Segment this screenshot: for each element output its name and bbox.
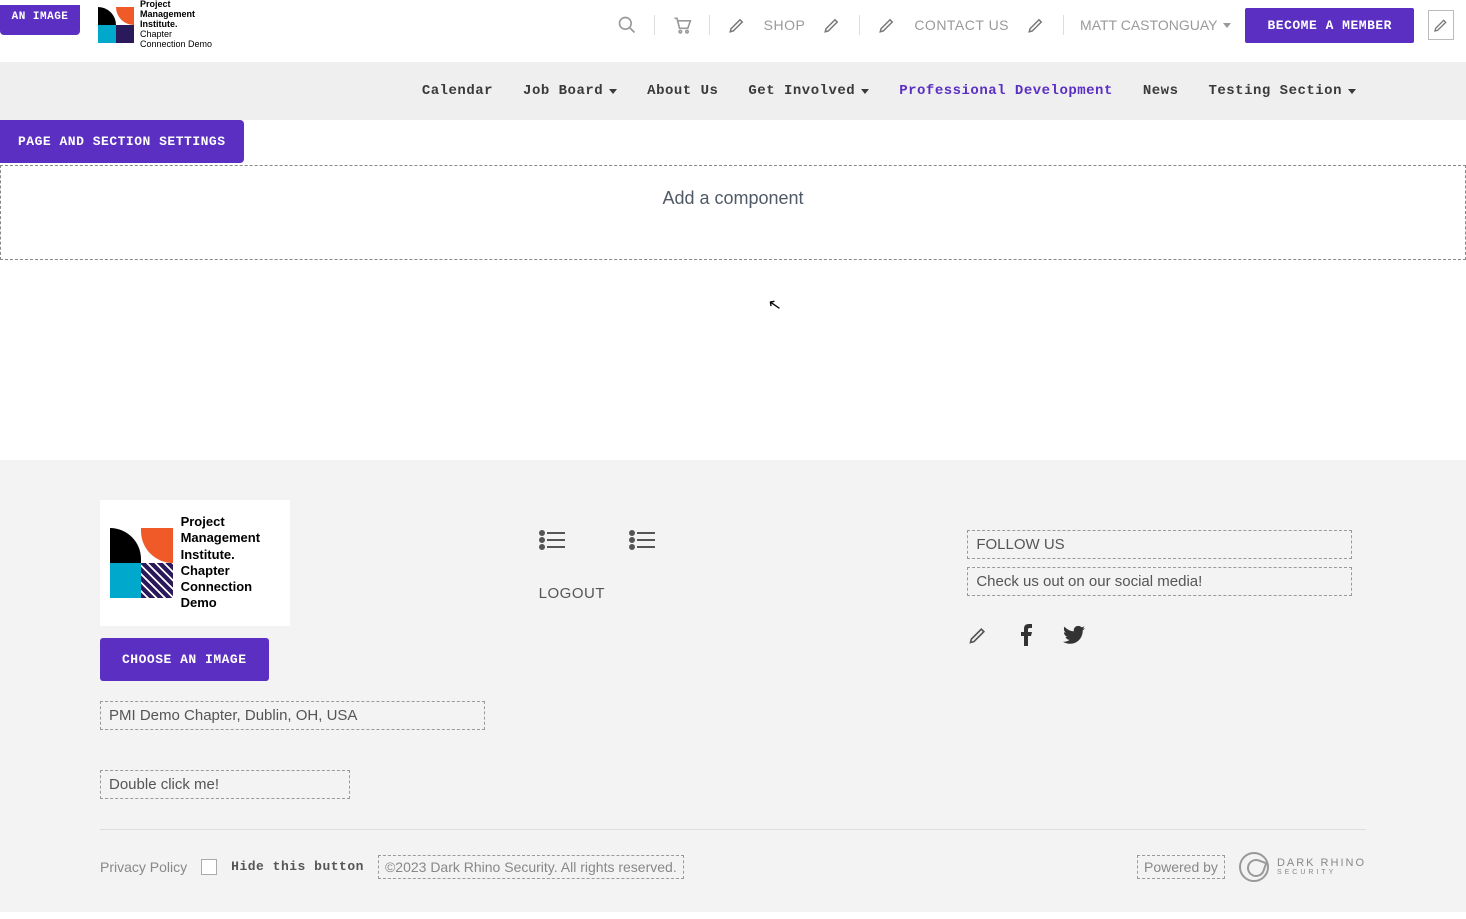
page-section-settings-button[interactable]: PAGE AND SECTION SETTINGS [0, 120, 244, 163]
follow-us-heading[interactable]: FOLLOW US [967, 530, 1352, 559]
dark-rhino-icon [1239, 852, 1269, 882]
footer-logo-text: Project Management Institute. Chapter Co… [181, 514, 280, 612]
contact-link[interactable]: CONTACT US [914, 17, 1009, 33]
hide-button-checkbox[interactable] [201, 859, 217, 875]
chevron-down-icon [609, 89, 617, 94]
pencil-icon[interactable] [1025, 14, 1047, 36]
choose-image-footer-button[interactable]: CHOOSE AN IMAGE [100, 638, 269, 681]
list-icon[interactable] [539, 530, 565, 550]
logout-link[interactable]: LOGOUT [539, 585, 928, 602]
nav-professional-development[interactable]: Professional Development [899, 83, 1113, 99]
list-icon[interactable] [629, 530, 655, 550]
search-icon[interactable] [616, 14, 638, 36]
nav-news[interactable]: News [1143, 83, 1179, 99]
hide-button-label: Hide this button [231, 859, 364, 874]
pencil-icon[interactable] [726, 14, 748, 36]
footer: Project Management Institute. Chapter Co… [0, 460, 1466, 912]
shop-link[interactable]: SHOP [764, 17, 806, 33]
become-member-button[interactable]: BECOME A MEMBER [1245, 8, 1414, 43]
nav-calendar[interactable]: Calendar [422, 83, 493, 99]
pmi-logo-icon [110, 528, 173, 598]
header-logo[interactable]: Project Management Institute. Chapter Co… [98, 0, 212, 49]
chevron-down-icon [861, 89, 869, 94]
main-nav: Calendar Job Board About Us Get Involved… [0, 62, 1466, 120]
pencil-icon[interactable] [876, 14, 898, 36]
pencil-icon[interactable] [967, 624, 989, 646]
nav-testing-section[interactable]: Testing Section [1208, 83, 1356, 99]
topbar: AN IMAGE Project Management Institute. C… [0, 0, 1466, 50]
user-name-label: MATT CASTONGUAY [1080, 17, 1217, 33]
choose-image-top-button[interactable]: AN IMAGE [0, 5, 80, 34]
pencil-icon[interactable] [821, 14, 843, 36]
chevron-down-icon [1223, 23, 1231, 28]
add-component-area[interactable]: Add a component [0, 165, 1466, 260]
add-component-label: Add a component [662, 188, 803, 209]
double-click-field[interactable]: Double click me! [100, 770, 350, 799]
address-field[interactable]: PMI Demo Chapter, Dublin, OH, USA [100, 701, 485, 730]
dark-rhino-text: DARK RHINO SECURITY [1277, 858, 1366, 876]
nav-job-board[interactable]: Job Board [523, 83, 617, 99]
privacy-policy-link[interactable]: Privacy Policy [100, 859, 187, 875]
chevron-down-icon [1348, 89, 1356, 94]
follow-us-subtext[interactable]: Check us out on our social media! [967, 567, 1352, 596]
nav-get-involved[interactable]: Get Involved [748, 83, 869, 99]
header-logo-text: Project Management Institute. Chapter Co… [140, 0, 212, 49]
footer-logo[interactable]: Project Management Institute. Chapter Co… [100, 500, 290, 626]
powered-by-label: Powered by [1137, 855, 1225, 879]
top-actions: SHOP CONTACT US MATT CASTONGUAY [616, 14, 1232, 36]
dark-rhino-logo[interactable]: DARK RHINO SECURITY [1239, 852, 1366, 882]
edit-header-button[interactable] [1428, 10, 1454, 40]
nav-about-us[interactable]: About Us [647, 83, 718, 99]
copyright-text[interactable]: ©2023 Dark Rhino Security. All rights re… [378, 855, 684, 879]
twitter-icon[interactable] [1063, 624, 1085, 646]
cart-icon[interactable] [671, 14, 693, 36]
pmi-logo-icon [98, 7, 134, 43]
user-menu[interactable]: MATT CASTONGUAY [1080, 17, 1231, 33]
facebook-icon[interactable] [1015, 624, 1037, 646]
